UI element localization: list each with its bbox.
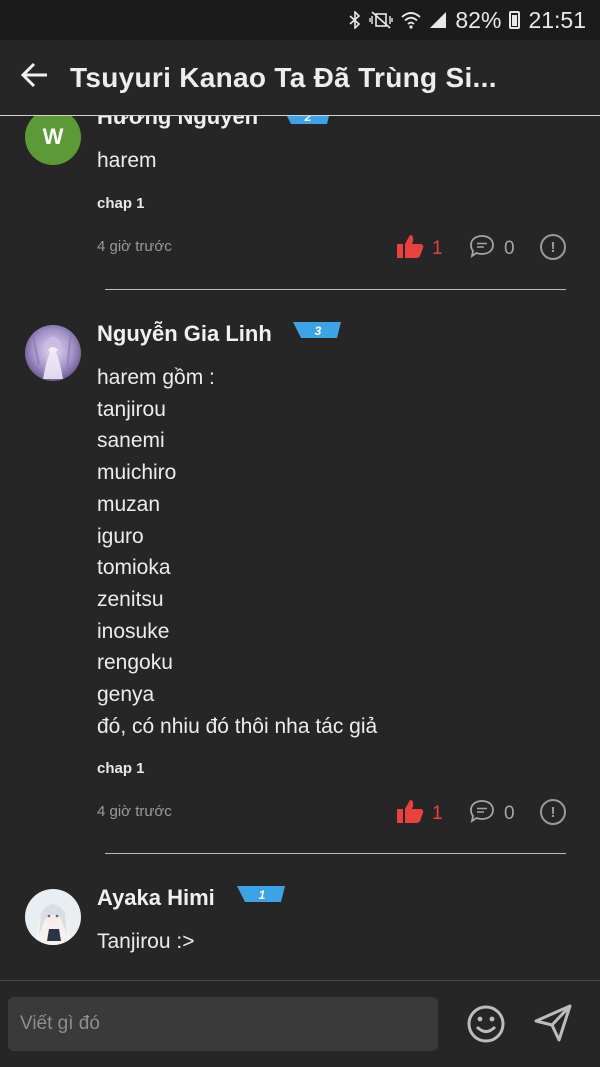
avatar[interactable]: W: [25, 116, 81, 165]
level-badge: 1: [237, 886, 285, 902]
emoji-button[interactable]: [466, 1004, 506, 1049]
comment-time: 4 giờ trước: [97, 238, 172, 255]
clock: 21:51: [528, 6, 586, 33]
comment-author[interactable]: Hương Nguyễn: [97, 116, 258, 130]
arrow-left-icon: [20, 62, 49, 93]
comment-composer: [0, 980, 600, 1067]
bluetooth-icon: [349, 11, 361, 29]
comment-chapter[interactable]: chap 1: [97, 760, 145, 777]
avatar[interactable]: [25, 325, 81, 381]
mute-vibrate-icon: [369, 11, 394, 29]
like-button[interactable]: 1: [396, 233, 443, 265]
wifi-icon: [401, 11, 421, 29]
comment-author[interactable]: Ayaka Himi: [97, 885, 215, 911]
send-icon: [533, 1004, 573, 1047]
comment-time: 4 giờ trước: [97, 803, 172, 820]
like-button[interactable]: 1: [396, 798, 443, 830]
comment-divider: [105, 853, 566, 854]
comment-text: harem: [97, 149, 157, 172]
comment-author[interactable]: Nguyễn Gia Linh: [97, 321, 272, 347]
report-button[interactable]: !: [540, 799, 566, 825]
smiley-icon: [466, 1005, 506, 1048]
avatar[interactable]: [25, 889, 81, 945]
app-bar: Tsuyuri Kanao Ta Đã Trùng Si...: [0, 40, 600, 115]
battery-icon: [509, 11, 521, 29]
like-count: 1: [432, 238, 443, 259]
exclamation-icon: !: [550, 238, 556, 256]
page-title: Tsuyuri Kanao Ta Đã Trùng Si...: [70, 61, 497, 93]
comment-text: Tanjirou :>: [97, 930, 195, 953]
thumbs-up-icon: [396, 798, 424, 830]
comment-bubble-icon: [469, 234, 495, 264]
like-count: 1: [432, 803, 443, 824]
thumbs-up-icon: [396, 233, 424, 265]
comment-divider: [105, 289, 566, 290]
reply-button[interactable]: 0: [469, 799, 515, 829]
comment-input[interactable]: [18, 1012, 438, 1036]
report-button[interactable]: !: [540, 234, 566, 260]
comment-input-wrapper[interactable]: [8, 997, 438, 1051]
send-button[interactable]: [533, 1003, 573, 1048]
comment-list[interactable]: W Hương Nguyễn 2 harem chap 1 4 giờ trướ…: [0, 116, 600, 980]
battery-percent: 82%: [455, 6, 502, 33]
comment-text: harem gồm : tanjirou sanemi muichiro muz…: [97, 366, 378, 738]
signal-icon: [429, 11, 447, 29]
comment-chapter[interactable]: chap 1: [97, 195, 145, 212]
svg-text:3: 3: [315, 324, 322, 338]
status-bar: 82% 21:51: [0, 0, 600, 40]
svg-text:1: 1: [259, 888, 266, 902]
reply-button[interactable]: 0: [469, 234, 515, 264]
exclamation-icon: !: [550, 803, 556, 821]
svg-text:2: 2: [304, 116, 312, 124]
level-badge: 2: [287, 116, 329, 124]
reply-count: 0: [504, 238, 515, 259]
comment-bubble-icon: [469, 799, 495, 829]
level-badge: 3: [293, 322, 341, 338]
reply-count: 0: [504, 803, 515, 824]
back-button[interactable]: [0, 62, 70, 93]
